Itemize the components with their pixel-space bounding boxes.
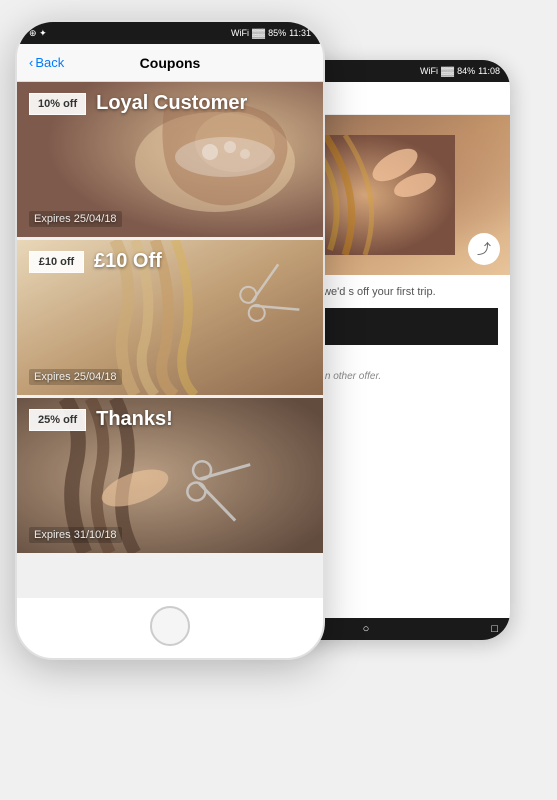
- android-status-icons: WiFi ▓▓ 84% 11:08: [420, 66, 500, 76]
- chevron-left-icon: ‹: [29, 55, 33, 70]
- coupon-badge-3: 25% off: [29, 409, 86, 431]
- coupon-overlay-2: £10 off £10 Off Expires 25/04/18: [17, 240, 323, 395]
- android-time: 11:08: [478, 66, 500, 76]
- share-icon: ⤴: [477, 239, 491, 259]
- back-label: Back: [35, 55, 64, 70]
- iphone-time: 11:31: [289, 28, 311, 38]
- iphone-battery: 85%: [268, 28, 286, 38]
- coupon-card-2[interactable]: £10 off £10 Off Expires 25/04/18: [17, 240, 323, 395]
- coupon-overlay-3: 25% off Thanks! Expires 31/10/18: [17, 398, 323, 553]
- share-button[interactable]: ⤴: [468, 233, 500, 265]
- coupon-title-3: Thanks!: [96, 408, 173, 431]
- coupon-badge-1: 10% off: [29, 93, 86, 115]
- iphone-status-icons: WiFi ▓▓ 85% 11:31: [231, 28, 311, 38]
- coupon-header-2: £10 off £10 Off: [29, 250, 311, 273]
- iphone-signal-icon: ▓▓: [252, 28, 265, 38]
- android-signal-icon: ▓▓: [441, 66, 454, 76]
- iphone-nav-bar: ‹ Back Coupons: [17, 44, 323, 82]
- iphone-bluetooth-icon: ✦: [39, 28, 47, 38]
- iphone-phone: ⊕ ✦ WiFi ▓▓ 85% 11:31 ‹ Back Coupons: [15, 20, 325, 660]
- coupon-title-2: £10 Off: [94, 250, 162, 273]
- iphone-status-left: ⊕ ✦: [29, 28, 47, 39]
- android-battery: 84%: [457, 66, 475, 76]
- coupon-header-1: 10% off Loyal Customer: [29, 92, 311, 115]
- coupon-header-3: 25% off Thanks!: [29, 408, 311, 431]
- iphone-wifi-icon: WiFi: [231, 28, 249, 38]
- iphone-status-bar: ⊕ ✦ WiFi ▓▓ 85% 11:31: [17, 22, 323, 44]
- nav-title: Coupons: [140, 55, 201, 71]
- coupon-overlay-1: 10% off Loyal Customer Expires 25/04/18: [17, 82, 323, 237]
- coupon-expires-3: Expires 31/10/18: [29, 527, 122, 543]
- coupon-card-3[interactable]: 25% off Thanks! Expires 31/10/18: [17, 398, 323, 553]
- back-button[interactable]: ‹ Back: [29, 55, 64, 70]
- coupon-badge-2: £10 off: [29, 251, 84, 273]
- home-button[interactable]: [150, 606, 190, 646]
- coupon-expires-1: Expires 25/04/18: [29, 211, 122, 227]
- iphone-location-icon: ⊕: [29, 28, 37, 38]
- android-recents-icon[interactable]: □: [491, 623, 498, 635]
- android-home-icon[interactable]: ○: [363, 623, 370, 635]
- android-wifi-icon: WiFi: [420, 66, 438, 76]
- coupon-expires-2: Expires 25/04/18: [29, 369, 122, 385]
- coupon-card-1[interactable]: 10% off Loyal Customer Expires 25/04/18: [17, 82, 323, 237]
- coupon-title-1: Loyal Customer: [96, 92, 247, 115]
- iphone-content: 10% off Loyal Customer Expires 25/04/18: [17, 82, 323, 598]
